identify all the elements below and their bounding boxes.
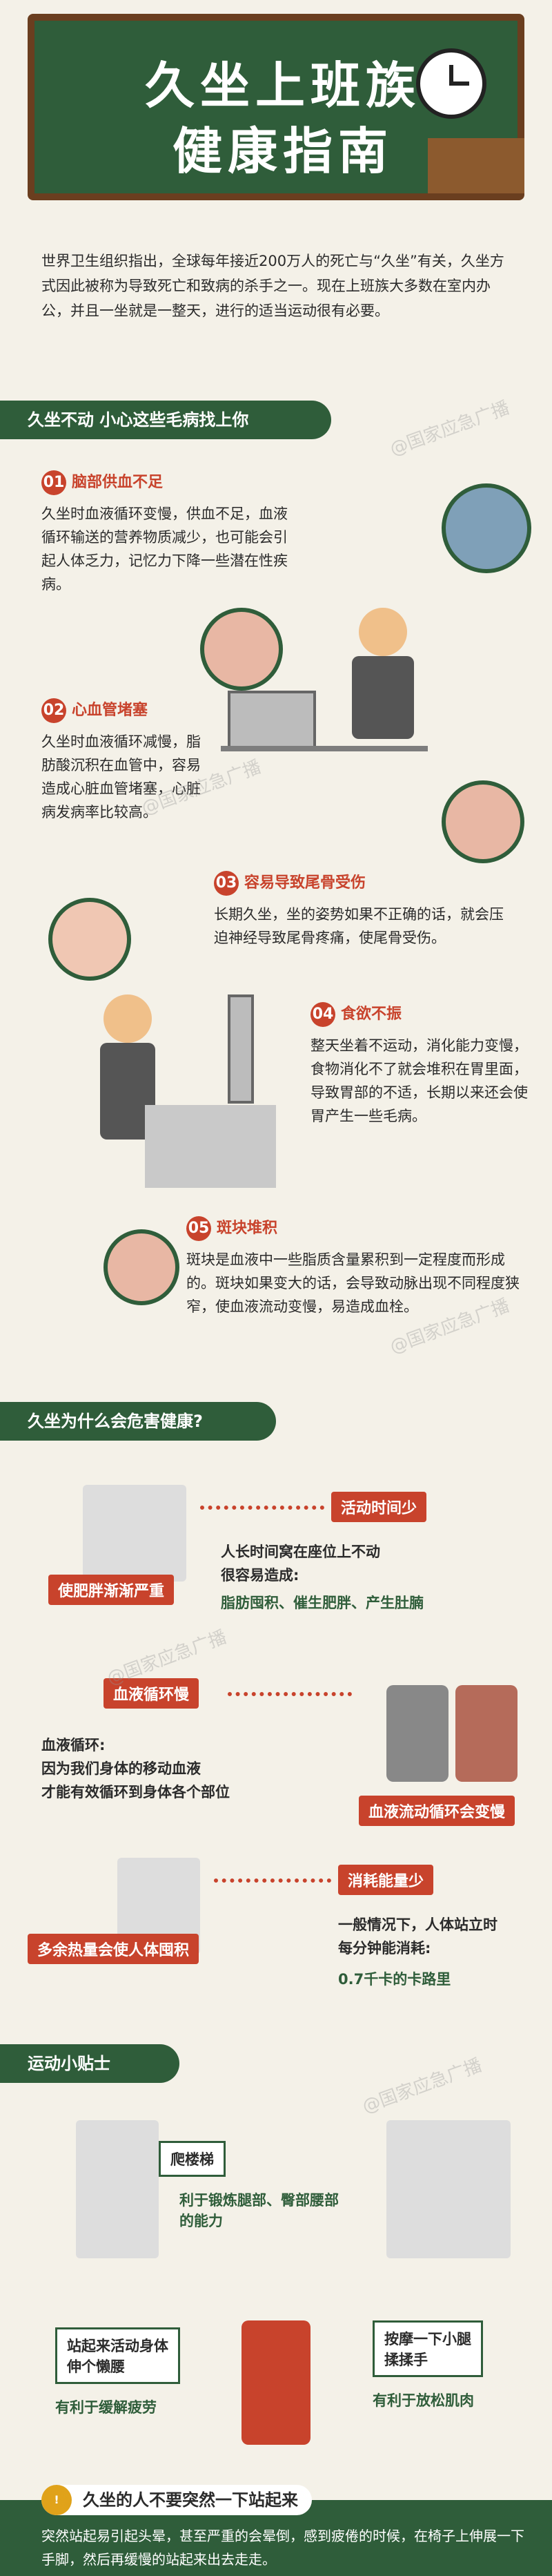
tip-stretch-text: 有利于缓解疲劳 <box>55 2399 157 2416</box>
monitor-illustration <box>228 994 254 1104</box>
heart-icon <box>200 608 283 691</box>
person-body <box>352 656 414 739</box>
tag-less-activity: 活动时间少 <box>331 1492 427 1522</box>
item-number: 03 <box>214 871 239 896</box>
tag-calorie: 多余热量会使人体囤积 <box>28 1934 199 1964</box>
item-title: 脑部供血不足 <box>72 474 164 491</box>
item-number: 04 <box>310 1002 335 1027</box>
item-number: 05 <box>186 1216 211 1241</box>
section2-banner: 久坐为什么会危害健康? <box>0 1402 276 1441</box>
brain-icon <box>442 483 531 573</box>
clock-icon <box>416 48 486 119</box>
item-01: 01 脑部供血不足 久坐时血液循环变慢，供血不足，血液循环输送的营养物质减少，也可… <box>41 470 290 596</box>
massage-illustration <box>386 2120 511 2258</box>
activity-text: 人长时间窝在座位上不动 很容易造成: <box>221 1544 380 1584</box>
warning-icon: ! <box>41 2485 72 2515</box>
item-number: 01 <box>41 470 66 495</box>
item-title: 心血管堵塞 <box>72 702 148 719</box>
intro-text: 世界卫生组织指出，全球每年接近200万人的死亡与“久坐”有关，久坐方式因此被称为… <box>41 253 504 319</box>
joint-icon <box>103 1229 179 1305</box>
stomach-icon <box>48 898 131 981</box>
dotted-connector <box>228 1692 352 1696</box>
desk-illustration <box>145 1105 276 1188</box>
stretch-illustration <box>241 2320 310 2445</box>
person-head <box>103 994 152 1043</box>
item-04: 04 食欲不振 整天坐着不运动，消化能力变慢，食物消化不了就会堆积在胃里面，导致胃… <box>310 1001 531 1128</box>
activity-result: 脂肪囤积、催生肥胖、产生肚腩 <box>221 1595 424 1611</box>
watermark: @国家应急广播 <box>387 397 513 461</box>
back-pain-icon <box>442 780 524 863</box>
dotted-connector <box>200 1506 324 1510</box>
energy-result: 0.7千卡的卡路里 <box>338 1971 451 1988</box>
footer-text: 突然站起易引起头晕，甚至严重的会晕倒，感到疲倦的时候，在椅子上伸展一下手脚，然后… <box>41 2528 524 2568</box>
section3-banner: 运动小贴士 <box>0 2044 179 2083</box>
dotted-connector <box>214 1878 331 1883</box>
tip-massage-text: 有利于放松肌肉 <box>373 2392 474 2409</box>
doctor-illustration <box>455 1685 518 1782</box>
tag-obesity: 使肥胖渐渐严重 <box>48 1575 175 1605</box>
tag-low-energy: 消耗能量少 <box>338 1865 434 1895</box>
item-number: 02 <box>41 698 66 723</box>
item-title: 容易导致尾骨受伤 <box>244 874 366 892</box>
watermark: @国家应急广播 <box>359 2055 485 2118</box>
energy-text: 一般情况下，人体站立时 每分钟能消耗: <box>338 1916 497 1957</box>
item-text: 整天坐着不运动，消化能力变慢，食物消化不了就会堆积在胃里面，导致胃部的不适，长期… <box>310 1037 528 1124</box>
item-text: 久坐时血液循环变慢，供血不足，血液循环输送的营养物质减少，也可能会引起人体乏力，… <box>41 506 288 593</box>
tip-stretch: 站起来活动身体 伸个懒腰 <box>55 2327 180 2384</box>
stairs-illustration <box>76 2120 159 2258</box>
item-text: 长期久坐，坐的姿势如果不正确的话，就会压迫神经导致尾骨疼痛，使尾骨受伤。 <box>214 906 504 946</box>
item-title: 斑块堆积 <box>217 1220 278 1237</box>
desk-surface <box>221 746 428 751</box>
tip-massage: 按摩一下小腿 揉揉手 <box>373 2320 483 2377</box>
tip-stairs: 爬楼梯 <box>159 2141 226 2177</box>
tip-stairs-text: 利于锻炼腿部、臀部腰部的能力 <box>179 2192 339 2229</box>
item-02: 02 心血管堵塞 久坐时血液循环减慢，脂肪酸沉积在血管中，容易造成心脏血管堵塞，心… <box>41 698 214 824</box>
footer: 久坐的人不要突然一下站起来 ! 突然站起易引起头晕，甚至严重的会晕倒，感到疲倦的… <box>0 2485 552 2576</box>
monitor-illustration <box>228 691 316 751</box>
tag-blood-slow: 血液流动循环会变慢 <box>359 1796 515 1826</box>
warning-banner: 久坐的人不要突然一下站起来 <box>41 2485 312 2515</box>
desk-illustration <box>428 138 524 193</box>
treadmill-illustration <box>83 1485 186 1582</box>
circulation-text: 血液循环: 因为我们身体的移动血液 才能有效循环到身体各个部位 <box>41 1737 230 1800</box>
person-illustration <box>386 1685 448 1782</box>
person-head <box>359 608 407 656</box>
section1-banner: 久坐不动 小心这些毛病找上你 <box>0 401 331 439</box>
item-03: 03 容易导致尾骨受伤 长期久坐，坐的姿势如果不正确的话，就会压迫神经导致尾骨疼痛… <box>214 870 518 950</box>
item-title: 食欲不振 <box>341 1006 402 1023</box>
hero: 久坐上班族 健康指南 <box>0 0 552 228</box>
